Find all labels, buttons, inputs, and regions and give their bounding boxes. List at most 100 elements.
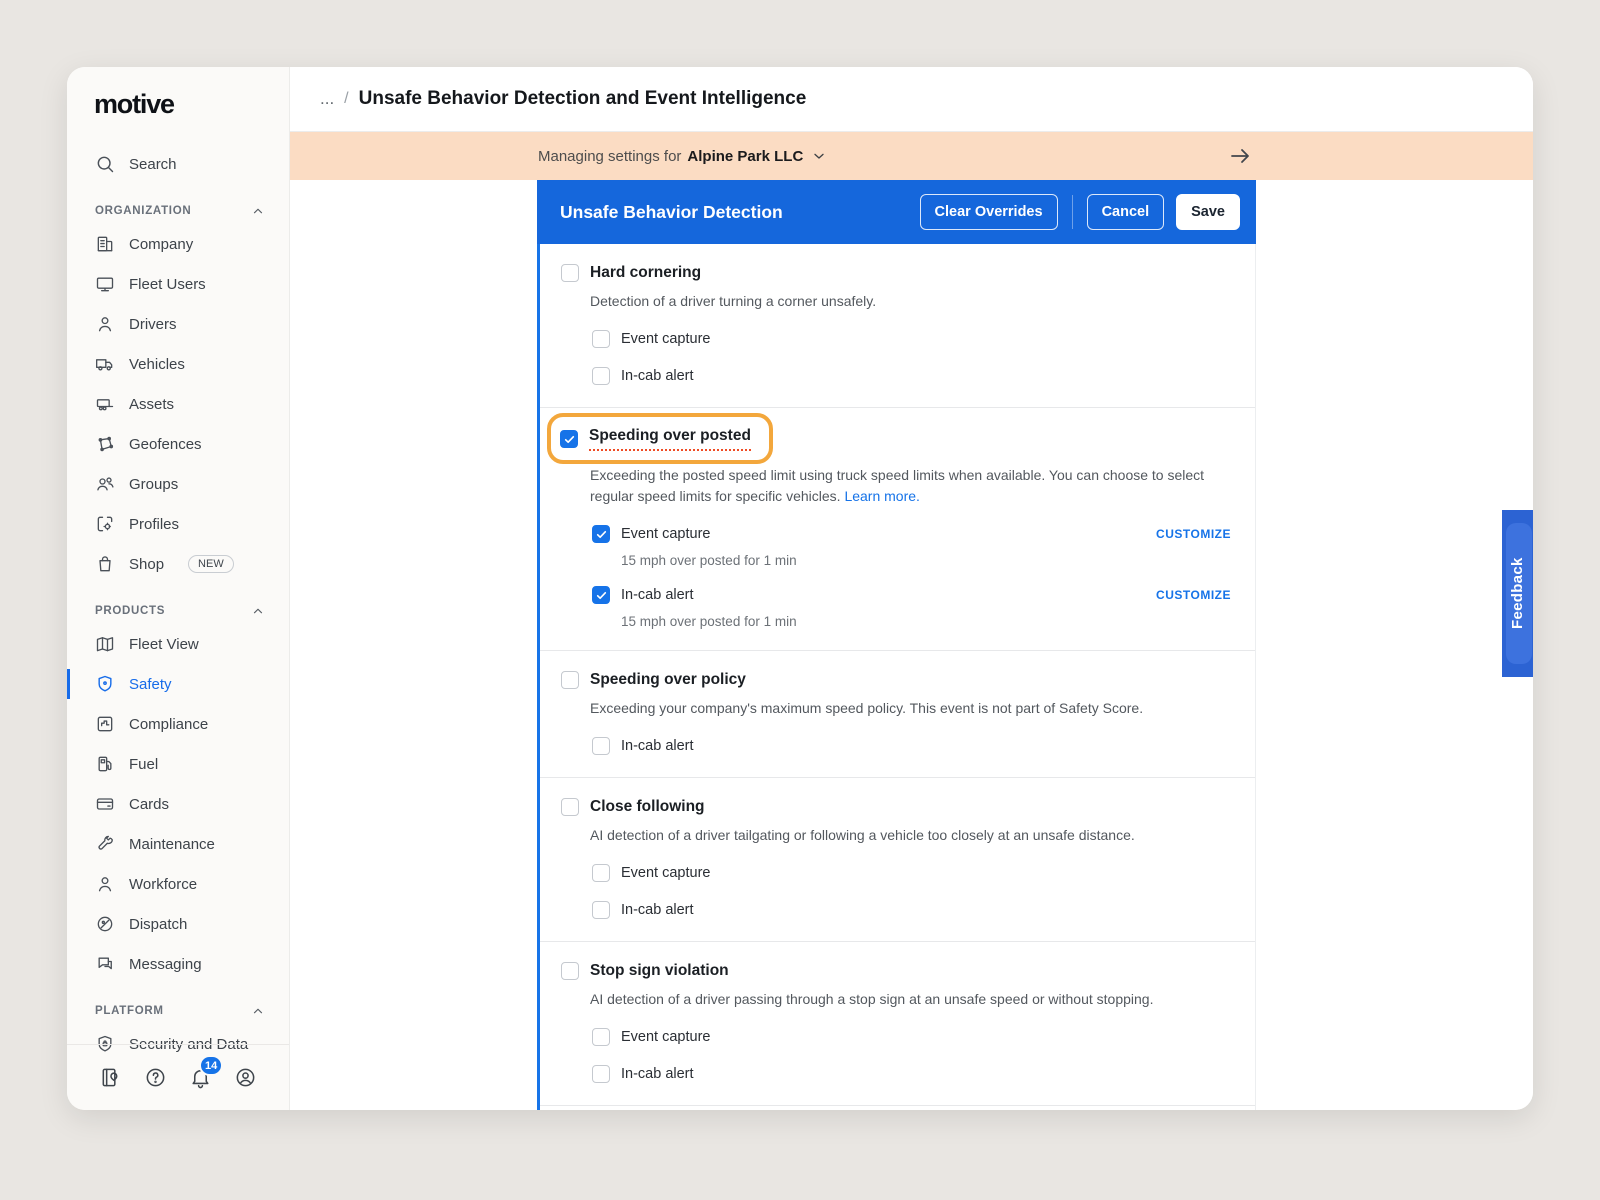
setting-description: AI detection of a driver passing through… xyxy=(590,989,1222,1010)
sidebar-item-label: Fleet View xyxy=(129,636,199,653)
sidebar-item-company[interactable]: Company xyxy=(67,224,289,264)
chevron-up-icon xyxy=(251,1004,265,1018)
breadcrumb-collapsed[interactable]: ... xyxy=(320,89,334,109)
sidebar-item-fleet-view[interactable]: Fleet View xyxy=(67,624,289,664)
notifications-button[interactable]: 14 xyxy=(189,1066,212,1089)
shield-icon xyxy=(95,674,115,694)
setting-description: Detection of a driver turning a corner u… xyxy=(590,291,1222,312)
sidebar-item-drivers[interactable]: Drivers xyxy=(67,304,289,344)
clear-overrides-button[interactable]: Clear Overrides xyxy=(920,194,1058,230)
help-button[interactable] xyxy=(144,1066,167,1089)
building-icon xyxy=(95,234,115,254)
hard-cornering-checkbox[interactable] xyxy=(561,264,579,282)
sidebar-item-assets[interactable]: Assets xyxy=(67,384,289,424)
learn-more-link[interactable]: Learn more. xyxy=(844,488,919,504)
sidebar-item-search[interactable]: Search xyxy=(67,144,289,184)
sidebar-section-organization[interactable]: ORGANIZATION xyxy=(67,196,289,224)
banner-forward-button[interactable] xyxy=(1228,144,1254,168)
sidebar-item-label: Drivers xyxy=(129,316,177,333)
sidebar-item-label: Compliance xyxy=(129,716,208,733)
sidebar-item-label: Fuel xyxy=(129,756,158,773)
sidebar-item-geofences[interactable]: Geofences xyxy=(67,424,289,464)
polygon-icon xyxy=(95,434,115,454)
option-label: In-cab alert xyxy=(621,900,694,920)
banner-company-selector[interactable]: Alpine Park LLC xyxy=(687,148,803,165)
sidebar-item-label: Shop xyxy=(129,556,164,573)
chevron-up-icon xyxy=(251,204,265,218)
page-title: Unsafe Behavior Detection and Event Inte… xyxy=(359,88,807,110)
cancel-button[interactable]: Cancel xyxy=(1087,194,1165,230)
stop-sign-violation-in-cab-alert-checkbox[interactable] xyxy=(592,1065,610,1083)
setting-section-stop-sign-violation: Stop sign violation AI detection of a dr… xyxy=(540,942,1255,1106)
sidebar-item-groups[interactable]: Groups xyxy=(67,464,289,504)
sidebar-footer: 14 xyxy=(67,1044,289,1110)
stop-sign-violation-event-capture-checkbox[interactable] xyxy=(592,1028,610,1046)
sidebar-section-platform[interactable]: PLATFORM xyxy=(67,996,289,1024)
feedback-tab[interactable]: Feedback xyxy=(1502,510,1533,677)
hard-cornering-in-cab-alert-checkbox[interactable] xyxy=(592,367,610,385)
sidebar-item-maintenance[interactable]: Maintenance xyxy=(67,824,289,864)
sidebar-item-label: Geofences xyxy=(129,436,202,453)
app-window: motive Search ORGANIZATION Company Fleet… xyxy=(67,67,1533,1110)
truck-icon xyxy=(95,354,115,374)
chevron-down-icon[interactable] xyxy=(811,148,827,164)
sidebar-item-shop[interactable]: Shop NEW xyxy=(67,544,289,584)
close-following-event-capture-checkbox[interactable] xyxy=(592,864,610,882)
section-label: PRODUCTS xyxy=(95,605,165,617)
sidebar-item-messaging[interactable]: Messaging xyxy=(67,944,289,984)
speeding-over-policy-in-cab-alert-checkbox[interactable] xyxy=(592,737,610,755)
sidebar-item-label: Groups xyxy=(129,476,178,493)
save-button[interactable]: Save xyxy=(1176,194,1240,230)
people-icon xyxy=(95,474,115,494)
sidebar-section-products[interactable]: PRODUCTS xyxy=(67,596,289,624)
sidebar-item-fuel[interactable]: Fuel xyxy=(67,744,289,784)
sidebar-item-workforce[interactable]: Workforce xyxy=(67,864,289,904)
option-label: Event capture xyxy=(621,329,710,349)
sidebar-item-fleet-users[interactable]: Fleet Users xyxy=(67,264,289,304)
section-label: PLATFORM xyxy=(95,1005,164,1017)
logbook-button[interactable] xyxy=(99,1066,122,1089)
account-button[interactable] xyxy=(234,1066,257,1089)
sidebar-item-vehicles[interactable]: Vehicles xyxy=(67,344,289,384)
option-label: Event capture xyxy=(621,1027,710,1047)
help-icon xyxy=(144,1066,167,1089)
setting-section-close-following: Close following AI detection of a driver… xyxy=(540,778,1255,942)
notification-count-badge: 14 xyxy=(199,1055,223,1076)
close-following-checkbox[interactable] xyxy=(561,798,579,816)
panel-body: Hard cornering Detection of a driver tur… xyxy=(537,244,1256,1110)
customize-link[interactable]: CUSTOMIZE xyxy=(1156,527,1231,541)
speeding-over-policy-checkbox[interactable] xyxy=(561,671,579,689)
profile-card-gear-icon xyxy=(95,514,115,534)
banner-prefix: Managing settings for xyxy=(538,148,681,165)
speeding-over-posted-in-cab-alert-checkbox[interactable] xyxy=(592,586,610,604)
sidebar-item-compliance[interactable]: Compliance xyxy=(67,704,289,744)
setting-description: Exceeding your company's maximum speed p… xyxy=(590,698,1222,719)
managing-settings-banner: Managing settings for Alpine Park LLC xyxy=(290,132,1533,180)
sidebar-item-label: Vehicles xyxy=(129,356,185,373)
setting-description: AI detection of a driver tailgating or f… xyxy=(590,825,1222,846)
fuel-pump-icon xyxy=(95,754,115,774)
sidebar-item-label: Workforce xyxy=(129,876,197,893)
setting-section-cell-phone-usage: Cell phone usage xyxy=(540,1106,1255,1110)
sidebar-item-label: Profiles xyxy=(129,516,179,533)
main-area: ... / Unsafe Behavior Detection and Even… xyxy=(290,67,1533,1110)
button-divider xyxy=(1072,195,1073,229)
speeding-over-posted-event-capture-checkbox[interactable] xyxy=(592,525,610,543)
feedback-tab-label: Feedback xyxy=(1502,510,1533,677)
sidebar-item-dispatch[interactable]: Dispatch xyxy=(67,904,289,944)
sidebar-item-label: Assets xyxy=(129,396,174,413)
stop-sign-violation-checkbox[interactable] xyxy=(561,962,579,980)
speeding-over-posted-checkbox[interactable] xyxy=(560,430,578,448)
dispatch-pin-icon xyxy=(95,914,115,934)
customize-link[interactable]: CUSTOMIZE xyxy=(1156,588,1231,602)
option-label: In-cab alert xyxy=(621,366,694,386)
logbook-map-icon xyxy=(99,1066,122,1089)
hard-cornering-event-capture-checkbox[interactable] xyxy=(592,330,610,348)
sidebar-item-profiles[interactable]: Profiles xyxy=(67,504,289,544)
sidebar-item-safety[interactable]: Safety xyxy=(67,664,289,704)
new-badge: NEW xyxy=(188,555,234,573)
setting-section-speeding-over-policy: Speeding over policy Exceeding your comp… xyxy=(540,651,1255,778)
sidebar-item-cards[interactable]: Cards xyxy=(67,784,289,824)
sidebar-item-label: Safety xyxy=(129,676,172,693)
close-following-in-cab-alert-checkbox[interactable] xyxy=(592,901,610,919)
